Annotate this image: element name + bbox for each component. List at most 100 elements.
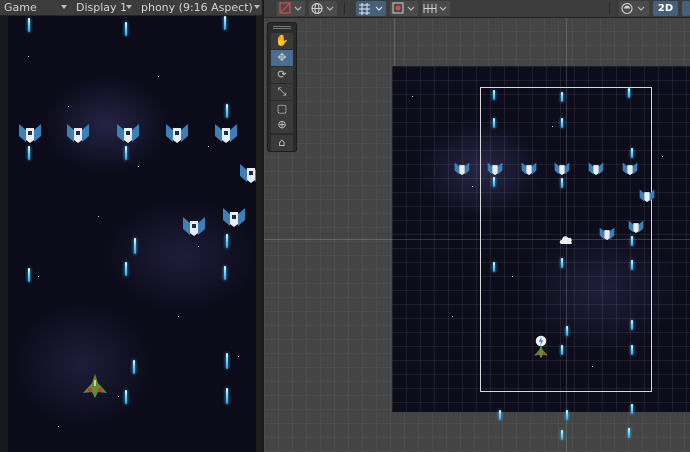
layout-dropdown[interactable] — [422, 1, 450, 16]
bullet — [628, 428, 630, 438]
scale-icon: ⤡ — [277, 85, 287, 98]
enemy-ship — [215, 124, 237, 143]
palette-grip[interactable] — [273, 26, 291, 27]
bullet — [226, 234, 228, 248]
hand-icon: ✋ — [275, 34, 289, 47]
display-label: Display 1 — [76, 1, 128, 14]
bullet — [493, 262, 495, 272]
toolbar-separator — [344, 2, 345, 15]
render-dropdown[interactable] — [309, 1, 337, 16]
grid-layout-icon — [423, 4, 447, 13]
bullet — [226, 353, 228, 369]
bullet — [631, 320, 633, 330]
shaded-icon — [279, 2, 302, 14]
enemy-ship[interactable] — [554, 161, 570, 176]
scene-camera-icon — [621, 2, 645, 15]
bullet — [631, 236, 633, 246]
game-tab-label: Game — [4, 1, 37, 14]
gizmo-dropdown[interactable] — [390, 1, 418, 16]
bullet — [631, 260, 633, 270]
bullet — [226, 104, 228, 118]
move-tool[interactable]: ✥ — [271, 50, 293, 66]
bullet — [499, 410, 501, 420]
move-arrows-icon: ✥ — [277, 51, 287, 64]
enemy-ship[interactable] — [487, 161, 503, 176]
scene-toolbar: 2D — [264, 0, 690, 18]
bullet — [628, 88, 630, 98]
enemy-ship — [183, 217, 205, 236]
rect-transform-icon: ▢ — [276, 102, 288, 115]
chevron-down-icon — [254, 5, 260, 9]
enemy-ship[interactable] — [521, 161, 537, 176]
rotate-icon: ⟳ — [277, 68, 287, 81]
bullet — [631, 345, 633, 355]
transform-tool[interactable]: ⊕ — [271, 117, 293, 133]
enemy-ship — [240, 164, 256, 183]
bullet — [561, 118, 563, 128]
chevron-down-icon — [126, 5, 132, 9]
enemy-ship[interactable] — [599, 226, 615, 241]
rotate-tool[interactable]: ⟳ — [271, 67, 293, 83]
draw-mode-dropdown[interactable] — [277, 1, 305, 16]
grid-snap-icon — [359, 3, 383, 15]
game-tab-dropdown[interactable]: Game — [4, 0, 67, 15]
mode-2d-toggle[interactable]: 2D — [653, 1, 678, 16]
enemy-ship — [117, 124, 139, 143]
bullet — [224, 266, 226, 280]
cloud-icon[interactable] — [558, 233, 574, 245]
game-toolbar: Game Display 1 phony (9:16 Aspect) — [0, 0, 262, 16]
tools-palette: ✋ ✥ ⟳ ⤡ ▢ ⊕ ⌂ — [267, 22, 297, 152]
bullet — [566, 410, 568, 420]
bullet — [561, 430, 563, 440]
game-viewport[interactable] — [8, 16, 256, 452]
bullet — [561, 178, 563, 188]
enemy-ship — [67, 124, 89, 143]
chevron-down-icon — [61, 5, 67, 9]
transform-icon: ⊕ — [277, 118, 287, 131]
bullet — [125, 390, 127, 404]
bullet — [28, 268, 30, 282]
palette-grip[interactable] — [273, 28, 291, 29]
enemy-ship — [166, 124, 188, 143]
scene-camera-dropdown[interactable] — [619, 1, 649, 16]
bullet — [28, 18, 30, 32]
bullet — [226, 388, 228, 404]
bullet — [224, 16, 226, 30]
bullet — [125, 146, 127, 160]
bullet — [561, 258, 563, 268]
bullet — [631, 404, 633, 414]
custom-tool[interactable]: ⌂ — [271, 135, 293, 151]
toolbar-separator — [609, 2, 610, 15]
player-ship[interactable] — [532, 344, 550, 359]
player-ship — [83, 374, 107, 398]
bullet — [125, 262, 127, 276]
bullet — [631, 148, 633, 158]
rect-tool[interactable]: ▢ — [271, 101, 293, 117]
aspect-label: phony (9:16 Aspect) — [141, 1, 253, 14]
move-snap-dropdown[interactable] — [356, 1, 386, 16]
enemy-ship — [19, 124, 41, 143]
bullet — [134, 238, 136, 254]
bullet — [125, 22, 127, 36]
toolbar-overflow-button[interactable] — [682, 1, 690, 16]
enemy-ship[interactable] — [454, 161, 470, 176]
globe-icon — [311, 2, 334, 15]
bullet — [133, 360, 135, 374]
gizmo-icon — [392, 2, 415, 14]
enemy-ship — [223, 208, 245, 227]
custom-tool-icon: ⌂ — [278, 136, 286, 149]
scale-tool[interactable]: ⤡ — [271, 84, 293, 100]
aspect-dropdown[interactable]: phony (9:16 Aspect) — [141, 0, 260, 15]
bullet — [493, 118, 495, 128]
bullet — [566, 326, 568, 336]
hand-tool[interactable]: ✋ — [271, 33, 293, 49]
enemy-ship[interactable] — [639, 188, 655, 203]
bullet — [493, 90, 495, 100]
display-dropdown[interactable]: Display 1 — [76, 0, 132, 15]
enemy-ship[interactable] — [622, 161, 638, 176]
bullet — [561, 92, 563, 102]
enemy-ship[interactable] — [588, 161, 604, 176]
enemy-ship[interactable] — [628, 219, 644, 234]
bullet — [561, 345, 563, 355]
scene-guide-line — [394, 18, 395, 66]
